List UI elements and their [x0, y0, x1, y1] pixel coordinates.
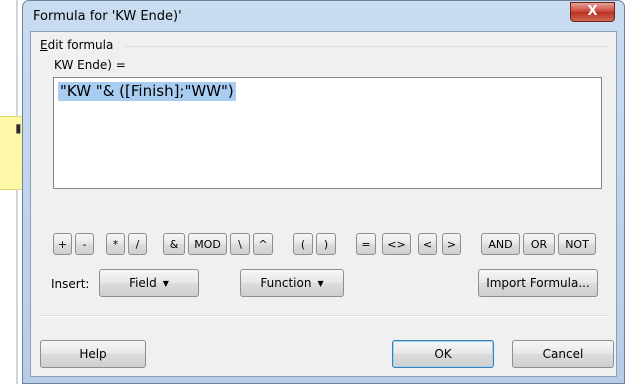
formula-selected-text: "KW "& ([Finish];"WW") — [58, 82, 236, 101]
operator-greater-than-button[interactable]: > — [442, 233, 461, 255]
close-icon: X — [587, 4, 598, 19]
import-formula-button[interactable]: Import Formula... — [478, 269, 598, 297]
operator-not-button[interactable]: NOT — [558, 233, 596, 255]
formula-dialog: Formula for 'KW Ende)' X Edit formula KW… — [22, 0, 625, 384]
edit-formula-group-label: Edit formula — [40, 38, 113, 52]
close-button[interactable]: X — [570, 2, 615, 22]
help-button[interactable]: Help — [40, 340, 146, 368]
operator-multiply-button[interactable]: * — [106, 233, 125, 255]
operator-less-than-button[interactable]: < — [418, 233, 437, 255]
field-button-label: Field — [129, 276, 157, 290]
ok-button[interactable]: OK — [392, 340, 494, 368]
operator-mod-button[interactable]: MOD — [188, 233, 227, 255]
operator-minus-button[interactable]: - — [75, 233, 94, 255]
group-divider — [125, 46, 609, 47]
operator-not-equal-button[interactable]: <> — [382, 233, 411, 255]
operator-power-button[interactable]: ^ — [253, 233, 273, 255]
dialog-client-area: Edit formula KW Ende) = "KW "& ([Finish]… — [30, 31, 617, 377]
operator-and-button[interactable]: AND — [481, 233, 520, 255]
chevron-down-icon: ▼ — [162, 278, 169, 288]
operator-equals-button[interactable]: = — [356, 233, 376, 255]
chevron-down-icon: ▼ — [317, 278, 324, 288]
function-button-label: Function — [260, 276, 312, 290]
insert-label: Insert: — [51, 277, 90, 291]
operator-or-button[interactable]: OR — [523, 233, 555, 255]
operator-intdiv-button[interactable]: \ — [230, 233, 250, 255]
formula-textarea[interactable]: "KW "& ([Finish];"WW") — [53, 77, 602, 189]
operator-concat-button[interactable]: & — [163, 233, 185, 255]
background-divider — [16, 0, 18, 384]
function-dropdown-button[interactable]: Function ▼ — [240, 269, 344, 297]
cancel-button[interactable]: Cancel — [512, 340, 614, 368]
field-dropdown-button[interactable]: Field ▼ — [99, 269, 199, 297]
operator-close-paren-button[interactable]: ) — [316, 233, 336, 255]
operator-divide-button[interactable]: / — [128, 233, 147, 255]
group-label-rest: dit formula — [47, 38, 114, 52]
operator-open-paren-button[interactable]: ( — [293, 233, 313, 255]
footer-divider — [40, 315, 609, 317]
operator-plus-button[interactable]: + — [53, 233, 72, 255]
dialog-title: Formula for 'KW Ende)' — [33, 9, 182, 24]
field-name-label: KW Ende) = — [54, 58, 126, 72]
mnemonic-e: E — [40, 38, 48, 52]
